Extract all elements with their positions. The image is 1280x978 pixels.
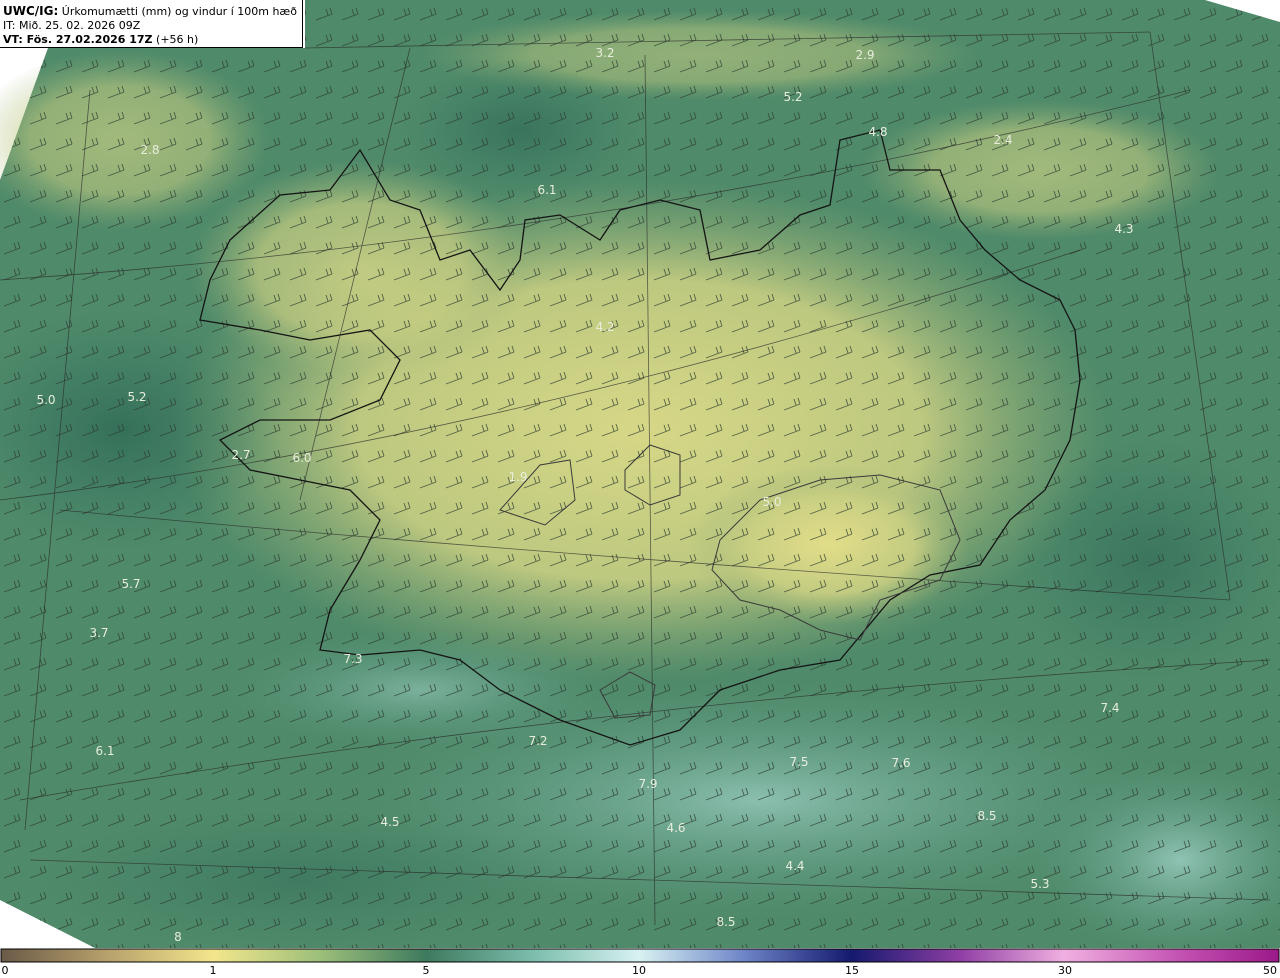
forecast-offset: (+56 h) — [156, 33, 199, 46]
precip-colorbar: 0 1 5 10 15 30 50 — [0, 948, 1280, 978]
precip-value-label: 7.5 — [789, 755, 808, 769]
precip-value-label: 8.5 — [716, 915, 735, 929]
precip-value-label: 4.3 — [1114, 222, 1133, 236]
precip-value-label: 5.0 — [36, 393, 55, 407]
product-description: Úrkomumætti (mm) og vindur í 100m hæð — [61, 5, 297, 18]
init-time: IT: Mið. 25. 02. 2026 09Z — [3, 19, 141, 32]
precip-value-label: 2.7 — [231, 448, 250, 462]
precip-value-label: 6.1 — [95, 744, 114, 758]
precip-value-label: 2.9 — [855, 48, 874, 62]
precip-value-label: 7.9 — [638, 777, 657, 791]
colorbar-tick-label: 15 — [844, 964, 859, 977]
precip-value-label: 3.2 — [595, 46, 614, 60]
colorbar-tick-label: 50 — [1263, 964, 1277, 977]
colorbar-tick-label: 10 — [631, 964, 646, 977]
precip-value-label: 5.2 — [127, 390, 146, 404]
colorbar-tick-label: 1 — [209, 964, 217, 977]
precip-value-label: 5.2 — [783, 90, 802, 104]
precip-value-label: 8.5 — [977, 809, 996, 823]
precip-value-label: 6.1 — [537, 183, 556, 197]
precip-value-label: 2.4 — [993, 133, 1012, 147]
precip-value-label: 4.5 — [380, 815, 399, 829]
precip-value-label: 5.7 — [121, 577, 140, 591]
valid-time: VT: Fös. 27.02.2026 17Z — [3, 33, 153, 46]
precip-value-label: 7.4 — [1100, 701, 1119, 715]
precip-value-label: 7.2 — [528, 734, 547, 748]
precip-value-label: 8 — [174, 930, 182, 944]
precip-value-label: 2.8 — [140, 143, 159, 157]
map-header: UWC/IG: Úrkomumætti (mm) og vindur í 100… — [0, 0, 303, 48]
colorbar-tick-label: 30 — [1057, 964, 1072, 977]
colorbar-tick-label: 5 — [422, 964, 430, 977]
precip-value-label: 4.6 — [666, 821, 685, 835]
precipitation-wind-map[interactable]: 3.2 2.9 5.2 4.8 2.4 2.8 6.1 4.3 4.2 5.0 5.2 2.7 6.0 1… — [0, 0, 1280, 948]
precip-value-label: 7.3 — [343, 652, 362, 666]
precip-value-label: 7.6 — [891, 756, 910, 770]
precip-value-label: 6.0 — [292, 451, 311, 465]
precip-value-label: 5.0 — [762, 495, 781, 509]
precip-value-label: 3.7 — [89, 626, 108, 640]
precip-value-label: 4.8 — [868, 125, 887, 139]
product-name: UWC/IG: — [3, 4, 59, 18]
precip-value-label: 5.3 — [1030, 877, 1049, 891]
precip-value-label: 1.9 — [508, 470, 527, 484]
precip-value-label: 4.4 — [785, 859, 804, 873]
precip-value-label: 4.2 — [595, 320, 614, 334]
colorbar-tick-label: 0 — [1, 964, 9, 977]
